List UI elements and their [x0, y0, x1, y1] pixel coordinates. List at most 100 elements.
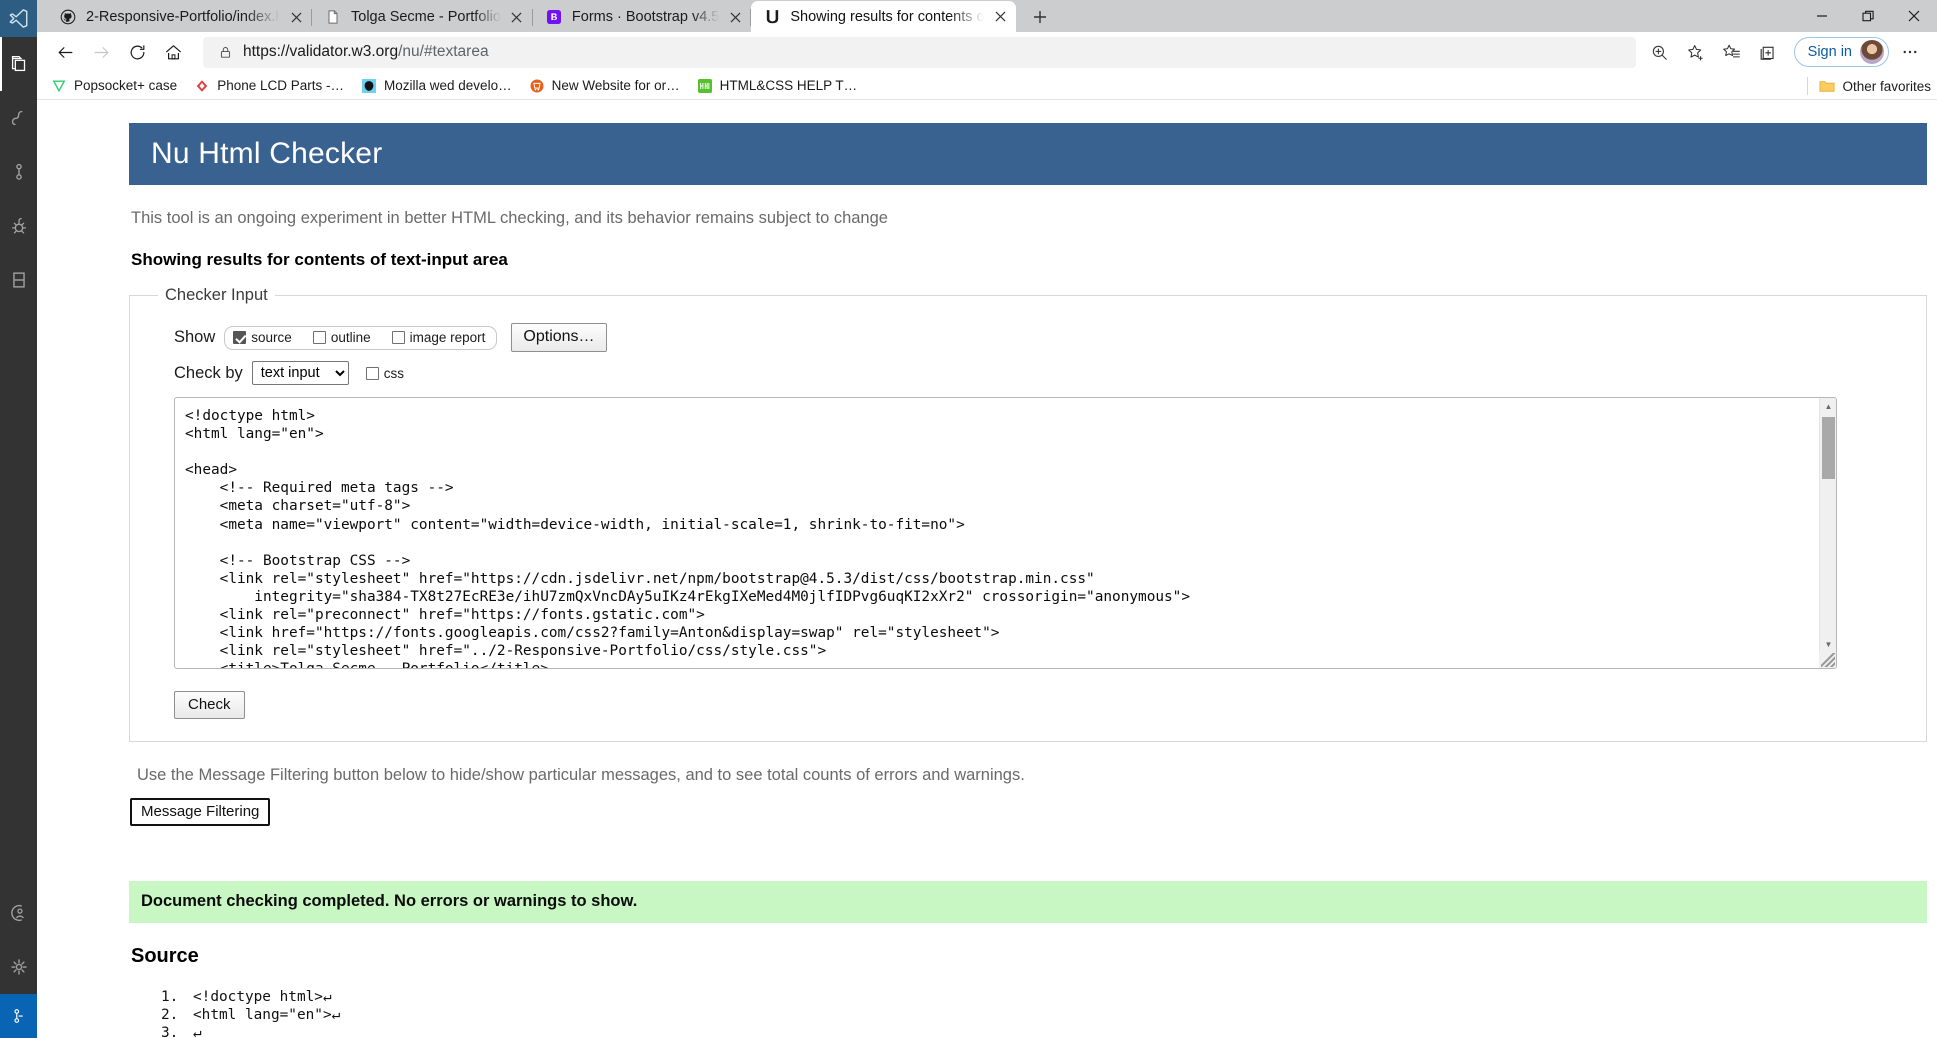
bookmark-favicon-icon [529, 78, 545, 94]
show-image-report-label: image report [409, 329, 486, 345]
collections-icon[interactable] [1750, 36, 1786, 68]
tab-strip: 2-Responsive-Portfolio/index.html Tolga … [37, 0, 1937, 32]
scrollbar-thumb[interactable] [1822, 417, 1835, 479]
back-icon[interactable] [47, 36, 83, 68]
accounts-icon[interactable] [0, 886, 37, 940]
bookmark-item[interactable]: Popsocket+ case [45, 74, 188, 98]
new-tab-button[interactable] [1024, 2, 1056, 32]
source-line: <html lang="en">↵ [187, 1006, 1897, 1024]
taskbar-active-item[interactable] [0, 994, 37, 1038]
toolbar-actions: Sign in [1642, 36, 1927, 68]
add-favorite-icon[interactable] [1678, 36, 1714, 68]
check-by-row: Check by text input address file upload … [152, 361, 1904, 385]
check-by-label: Check by [174, 363, 243, 382]
css-checkbox[interactable]: css [365, 365, 405, 381]
forward-icon[interactable] [83, 36, 119, 68]
checkbox-icon[interactable] [312, 330, 326, 344]
status-banner-success: Document checking completed. No errors o… [129, 881, 1927, 923]
tab-title: Showing results for contents of text-inp… [790, 8, 985, 25]
checkbox-icon[interactable] [365, 366, 379, 380]
bookmark-item[interactable]: New Website for or… [523, 74, 691, 98]
home-icon[interactable] [155, 36, 191, 68]
reload-icon[interactable] [119, 36, 155, 68]
bookmark-item[interactable]: Phone LCD Parts -… [188, 74, 355, 98]
address-bar-host: https://validator.w3.org [243, 43, 399, 60]
tab-title: 2-Responsive-Portfolio/index.html [86, 9, 280, 25]
tab-title: Forms · Bootstrap v4.5 [571, 9, 720, 25]
address-bar[interactable]: https://validator.w3.org/nu/#textarea [203, 36, 1636, 68]
browser-tab[interactable]: 2-Responsive-Portfolio/index.html [47, 2, 312, 32]
close-icon[interactable] [505, 5, 529, 29]
bookmark-label: New Website for or… [551, 78, 680, 93]
close-icon[interactable] [723, 5, 747, 29]
bookmark-label: Mozilla wed develo… [384, 78, 512, 93]
show-outline-label: outline [330, 329, 371, 345]
browser-tab[interactable]: Forms · Bootstrap v4.5 [533, 2, 752, 32]
browser-window: 2-Responsive-Portfolio/index.html Tolga … [37, 0, 1937, 1038]
css-checkbox-label: css [383, 365, 405, 381]
search-icon[interactable] [0, 91, 37, 145]
checkbox-icon[interactable] [233, 330, 247, 344]
close-icon[interactable] [284, 5, 308, 29]
show-row: Show source outline image report Options… [152, 323, 1904, 352]
checkbox-icon[interactable] [391, 330, 405, 344]
tab-title: Tolga Secme - Portfolio [351, 9, 501, 25]
bookmark-favicon-icon [361, 78, 377, 94]
textarea-resize-handle[interactable] [1819, 651, 1836, 668]
results-heading: Showing results for contents of text-inp… [131, 250, 508, 269]
check-button[interactable]: Check [174, 691, 245, 719]
bookmark-label: Phone LCD Parts -… [217, 78, 345, 93]
browser-tab-active[interactable]: Showing results for contents of text-inp… [751, 1, 1017, 32]
bookmark-label: HTML&CSS HELP T… [719, 78, 858, 93]
source-textarea-wrapper[interactable]: <!doctype html> <html lang="en"> <head> … [174, 397, 1837, 669]
checker-input-legend: Checker Input [165, 286, 268, 304]
check-by-select[interactable]: text input address file upload [251, 361, 349, 385]
nu-validator-icon [763, 8, 781, 26]
source-line: ↵ [187, 1024, 1897, 1038]
bookmark-favicon-icon [697, 78, 713, 94]
bookmark-label: Popsocket+ case [74, 78, 178, 93]
browser-tab[interactable]: Tolga Secme - Portfolio [312, 2, 533, 32]
show-source-label: source [251, 329, 292, 345]
bookmark-item[interactable]: HTML&CSS HELP T… [691, 74, 869, 98]
show-label: Show [174, 328, 216, 346]
explorer-icon[interactable] [0, 37, 37, 91]
more-options-icon[interactable] [1893, 36, 1927, 68]
maximize-restore-button[interactable] [1845, 0, 1891, 32]
checker-input-fieldset: Checker Input Show source outline image … [129, 286, 1927, 742]
favorites-icon[interactable] [1714, 36, 1750, 68]
scroll-up-icon[interactable]: ▲ [1820, 398, 1836, 415]
show-image-report-checkbox[interactable]: image report [391, 329, 486, 345]
minimize-button[interactable] [1799, 0, 1845, 32]
other-favorites-button[interactable]: Other favorites [1807, 74, 1931, 98]
avatar [1860, 40, 1884, 64]
vscode-activity-bar-bottom [0, 886, 37, 1038]
extensions-icon[interactable] [0, 253, 37, 307]
intro-text: This tool is an ongoing experiment in be… [131, 209, 888, 227]
show-outline-checkbox[interactable]: outline [312, 329, 371, 345]
nu-html-checker-page: Nu Html Checker This tool is an ongoing … [37, 101, 1937, 1038]
address-bar-path: /nu/#textarea [398, 43, 489, 60]
page-title: Nu Html Checker [129, 123, 1927, 185]
other-favorites-label: Other favorites [1842, 78, 1931, 94]
textarea-scrollbar[interactable]: ▲ ▼ [1819, 398, 1836, 668]
options-button[interactable]: Options… [511, 323, 607, 352]
manage-settings-icon[interactable] [0, 940, 37, 994]
page-viewport: Nu Html Checker This tool is an ongoing … [37, 101, 1937, 1038]
show-source-checkbox[interactable]: source [233, 330, 292, 345]
tab-strip-left-padding [37, 0, 47, 32]
window-controls [1799, 0, 1937, 32]
folder-icon [1819, 78, 1836, 94]
bookmark-item[interactable]: Mozilla wed develo… [355, 74, 523, 98]
run-and-debug-icon[interactable] [0, 199, 37, 253]
close-icon[interactable] [988, 5, 1012, 29]
sign-in-button[interactable]: Sign in [1793, 37, 1889, 67]
message-filtering-button[interactable]: Message Filtering [130, 798, 271, 826]
close-window-button[interactable] [1891, 0, 1937, 32]
source-control-icon[interactable] [0, 145, 37, 199]
favorites-bar: Popsocket+ case Phone LCD Parts -… Mozil… [37, 72, 1937, 100]
vscode-activity-bar [0, 0, 37, 1038]
zoom-icon[interactable] [1642, 36, 1678, 68]
source-textarea[interactable]: <!doctype html> <html lang="en"> <head> … [175, 398, 1820, 668]
bookmark-favicon-icon [51, 78, 67, 94]
